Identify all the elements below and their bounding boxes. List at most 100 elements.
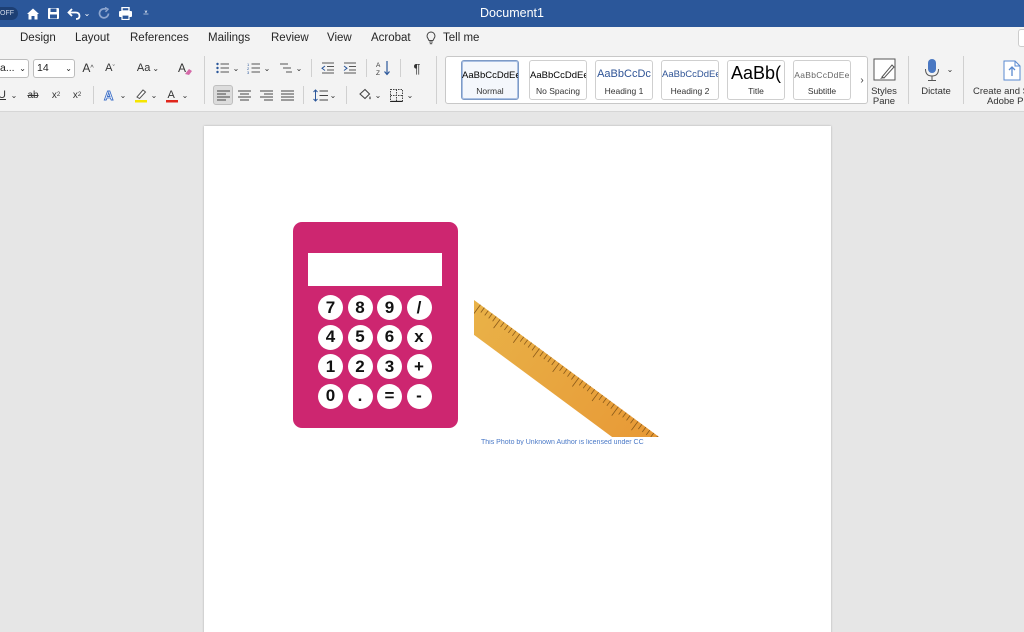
decrease-indent-icon[interactable] bbox=[320, 59, 336, 77]
ribbon: a... ⌄ 14 ⌄ A ^ Aˇ Aa ⌄ A U ⌄ ab x2 x2 A ⌄ ⌄… bbox=[0, 51, 1024, 112]
style-label: Normal bbox=[476, 86, 504, 96]
tab-references[interactable]: References bbox=[130, 32, 189, 44]
chevron-down-icon[interactable]: ⌄ bbox=[9, 86, 19, 104]
font-size-value: 14 bbox=[37, 62, 49, 74]
divider bbox=[436, 56, 437, 104]
style-normal[interactable]: AaBbCcDdEe Normal bbox=[461, 60, 519, 100]
style-heading-1[interactable]: AaBbCcDc Heading 1 bbox=[595, 60, 653, 100]
style-heading-2[interactable]: AaBbCcDdEe Heading 2 bbox=[661, 60, 719, 100]
pilcrow-icon[interactable]: ¶ bbox=[409, 59, 425, 77]
styles-pane-icon[interactable] bbox=[872, 57, 898, 83]
style-subtitle[interactable]: AaBbCcDdEe Subtitle bbox=[793, 60, 851, 100]
clear-formatting-icon[interactable]: A bbox=[176, 59, 194, 77]
strikethrough-icon[interactable]: ab bbox=[25, 86, 41, 104]
numbering-icon[interactable]: 123 bbox=[246, 59, 262, 77]
calculator-image[interactable]: 7 8 9/ 4 5 6 x 1 2 3 +0. = - bbox=[293, 222, 458, 428]
calculator-key: 4 bbox=[318, 324, 343, 350]
style-no-spacing[interactable]: AaBbCcDdEe No Spacing bbox=[529, 60, 587, 100]
document-page[interactable]: 7 8 9/ 4 5 6 x 1 2 3 +0. = - This Photo by Unknown A… bbox=[204, 126, 831, 632]
subscript-icon[interactable]: x2 bbox=[49, 86, 63, 104]
chevron-down-icon[interactable]: ⌄ bbox=[232, 59, 240, 77]
increase-indent-icon[interactable] bbox=[342, 59, 358, 77]
chevron-down-icon[interactable]: ⌄ bbox=[374, 86, 382, 104]
style-label: Subtitle bbox=[807, 86, 837, 96]
tab-review[interactable]: Review bbox=[271, 32, 309, 44]
style-preview: AaBbCcDdEe bbox=[530, 70, 586, 81]
divider bbox=[346, 86, 347, 104]
image-caption-link[interactable]: This Photo by Unknown Author is licensed… bbox=[481, 439, 681, 445]
create-pdf-label-line2: Adobe PI bbox=[987, 96, 1024, 107]
change-case-button[interactable]: Aa ⌄ bbox=[134, 59, 162, 77]
tab-view[interactable]: View bbox=[327, 32, 352, 44]
calculator-key: 6 bbox=[377, 324, 402, 350]
calculator-key: 7 bbox=[318, 295, 343, 320]
chevron-down-icon[interactable]: ⌄ bbox=[329, 86, 337, 104]
chevron-down-icon[interactable]: ⌄ bbox=[181, 86, 189, 104]
svg-text:A: A bbox=[178, 61, 186, 75]
multilevel-list-icon[interactable] bbox=[278, 59, 294, 77]
font-size-dropdown[interactable]: 14 ⌄ bbox=[33, 59, 75, 78]
line-spacing-icon[interactable] bbox=[312, 86, 328, 104]
svg-text:A: A bbox=[376, 62, 381, 69]
font-name-dropdown[interactable]: a... ⌄ bbox=[0, 59, 29, 78]
borders-icon[interactable] bbox=[387, 86, 405, 104]
chevron-down-icon[interactable]: ⌄ bbox=[945, 63, 955, 75]
style-label: No Spacing bbox=[536, 86, 580, 96]
calculator-key: 2 bbox=[347, 354, 373, 379]
style-preview: AaBbCcDdEe bbox=[662, 69, 718, 80]
document-title: Document1 bbox=[480, 6, 544, 20]
calculator-key: = bbox=[377, 383, 402, 409]
ruler-image[interactable] bbox=[474, 271, 696, 437]
font-color-bar bbox=[166, 100, 178, 103]
chevron-down-icon[interactable]: ⌄ bbox=[263, 59, 271, 77]
sort-icon[interactable]: AZ bbox=[375, 59, 393, 77]
tab-layout[interactable]: Layout bbox=[75, 32, 110, 44]
justify-icon[interactable] bbox=[279, 86, 295, 104]
svg-text:A: A bbox=[168, 89, 176, 101]
calculator-key: + bbox=[406, 354, 432, 379]
chevron-down-icon[interactable]: ⌄ bbox=[406, 86, 414, 104]
chevron-down-icon[interactable]: ⌄ bbox=[295, 59, 303, 77]
microphone-icon[interactable] bbox=[922, 57, 942, 83]
lightbulb-icon bbox=[426, 31, 436, 48]
align-left-icon bbox=[216, 90, 230, 100]
styles-pane-label[interactable]: Styles Pane bbox=[864, 87, 904, 107]
bullets-icon[interactable] bbox=[215, 59, 231, 77]
tab-mailings[interactable]: Mailings bbox=[208, 32, 250, 44]
tab-acrobat[interactable]: Acrobat bbox=[371, 32, 411, 44]
chevron-down-icon[interactable]: ⌄ bbox=[150, 86, 158, 104]
chevron-right-icon[interactable]: › bbox=[857, 73, 867, 87]
create-pdf-icon[interactable] bbox=[1001, 57, 1023, 83]
style-preview: AaBb( bbox=[730, 63, 782, 83]
align-right-icon[interactable] bbox=[258, 86, 274, 104]
create-pdf-label[interactable]: Create and S Adobe PI bbox=[973, 87, 1024, 107]
highlight-icon[interactable] bbox=[132, 86, 150, 104]
change-case-label: Aa bbox=[136, 62, 151, 74]
shading-icon[interactable] bbox=[355, 86, 373, 104]
title-bar: OFF ⌄ ⩡ Document1 bbox=[0, 0, 1024, 27]
styles-gallery: AaBbCcDdEe Normal AaBbCcDdEe No Spacing … bbox=[445, 56, 868, 104]
style-preview: AaBbCcDdEe bbox=[794, 70, 850, 80]
calculator-key: - bbox=[406, 383, 432, 409]
shrink-font-icon[interactable]: Aˇ bbox=[102, 59, 118, 77]
menu-bar: Design Layout References Mailings Review… bbox=[0, 27, 1024, 51]
grow-font-icon[interactable]: A ^ bbox=[80, 59, 96, 77]
font-color-icon[interactable]: A bbox=[163, 86, 181, 104]
search-box[interactable] bbox=[1018, 29, 1024, 47]
divider bbox=[908, 56, 909, 104]
tell-me-search[interactable]: Tell me bbox=[443, 32, 479, 44]
dictate-label[interactable]: Dictate bbox=[915, 87, 957, 97]
highlight-color-bar bbox=[135, 100, 147, 103]
style-title[interactable]: AaBb( Title bbox=[727, 60, 785, 100]
svg-text:3: 3 bbox=[247, 70, 250, 74]
superscript-icon[interactable]: x2 bbox=[70, 86, 84, 104]
chevron-down-icon[interactable]: ⌄ bbox=[119, 86, 127, 104]
text-effects-icon[interactable]: A bbox=[102, 86, 118, 104]
divider bbox=[93, 86, 94, 104]
svg-text:Z: Z bbox=[376, 70, 380, 76]
underline-icon[interactable]: U bbox=[0, 86, 7, 104]
tab-design[interactable]: Design bbox=[20, 32, 56, 44]
style-preview: AaBbCcDc bbox=[597, 68, 651, 80]
align-left-button[interactable] bbox=[213, 85, 233, 105]
align-center-icon[interactable] bbox=[236, 86, 252, 104]
